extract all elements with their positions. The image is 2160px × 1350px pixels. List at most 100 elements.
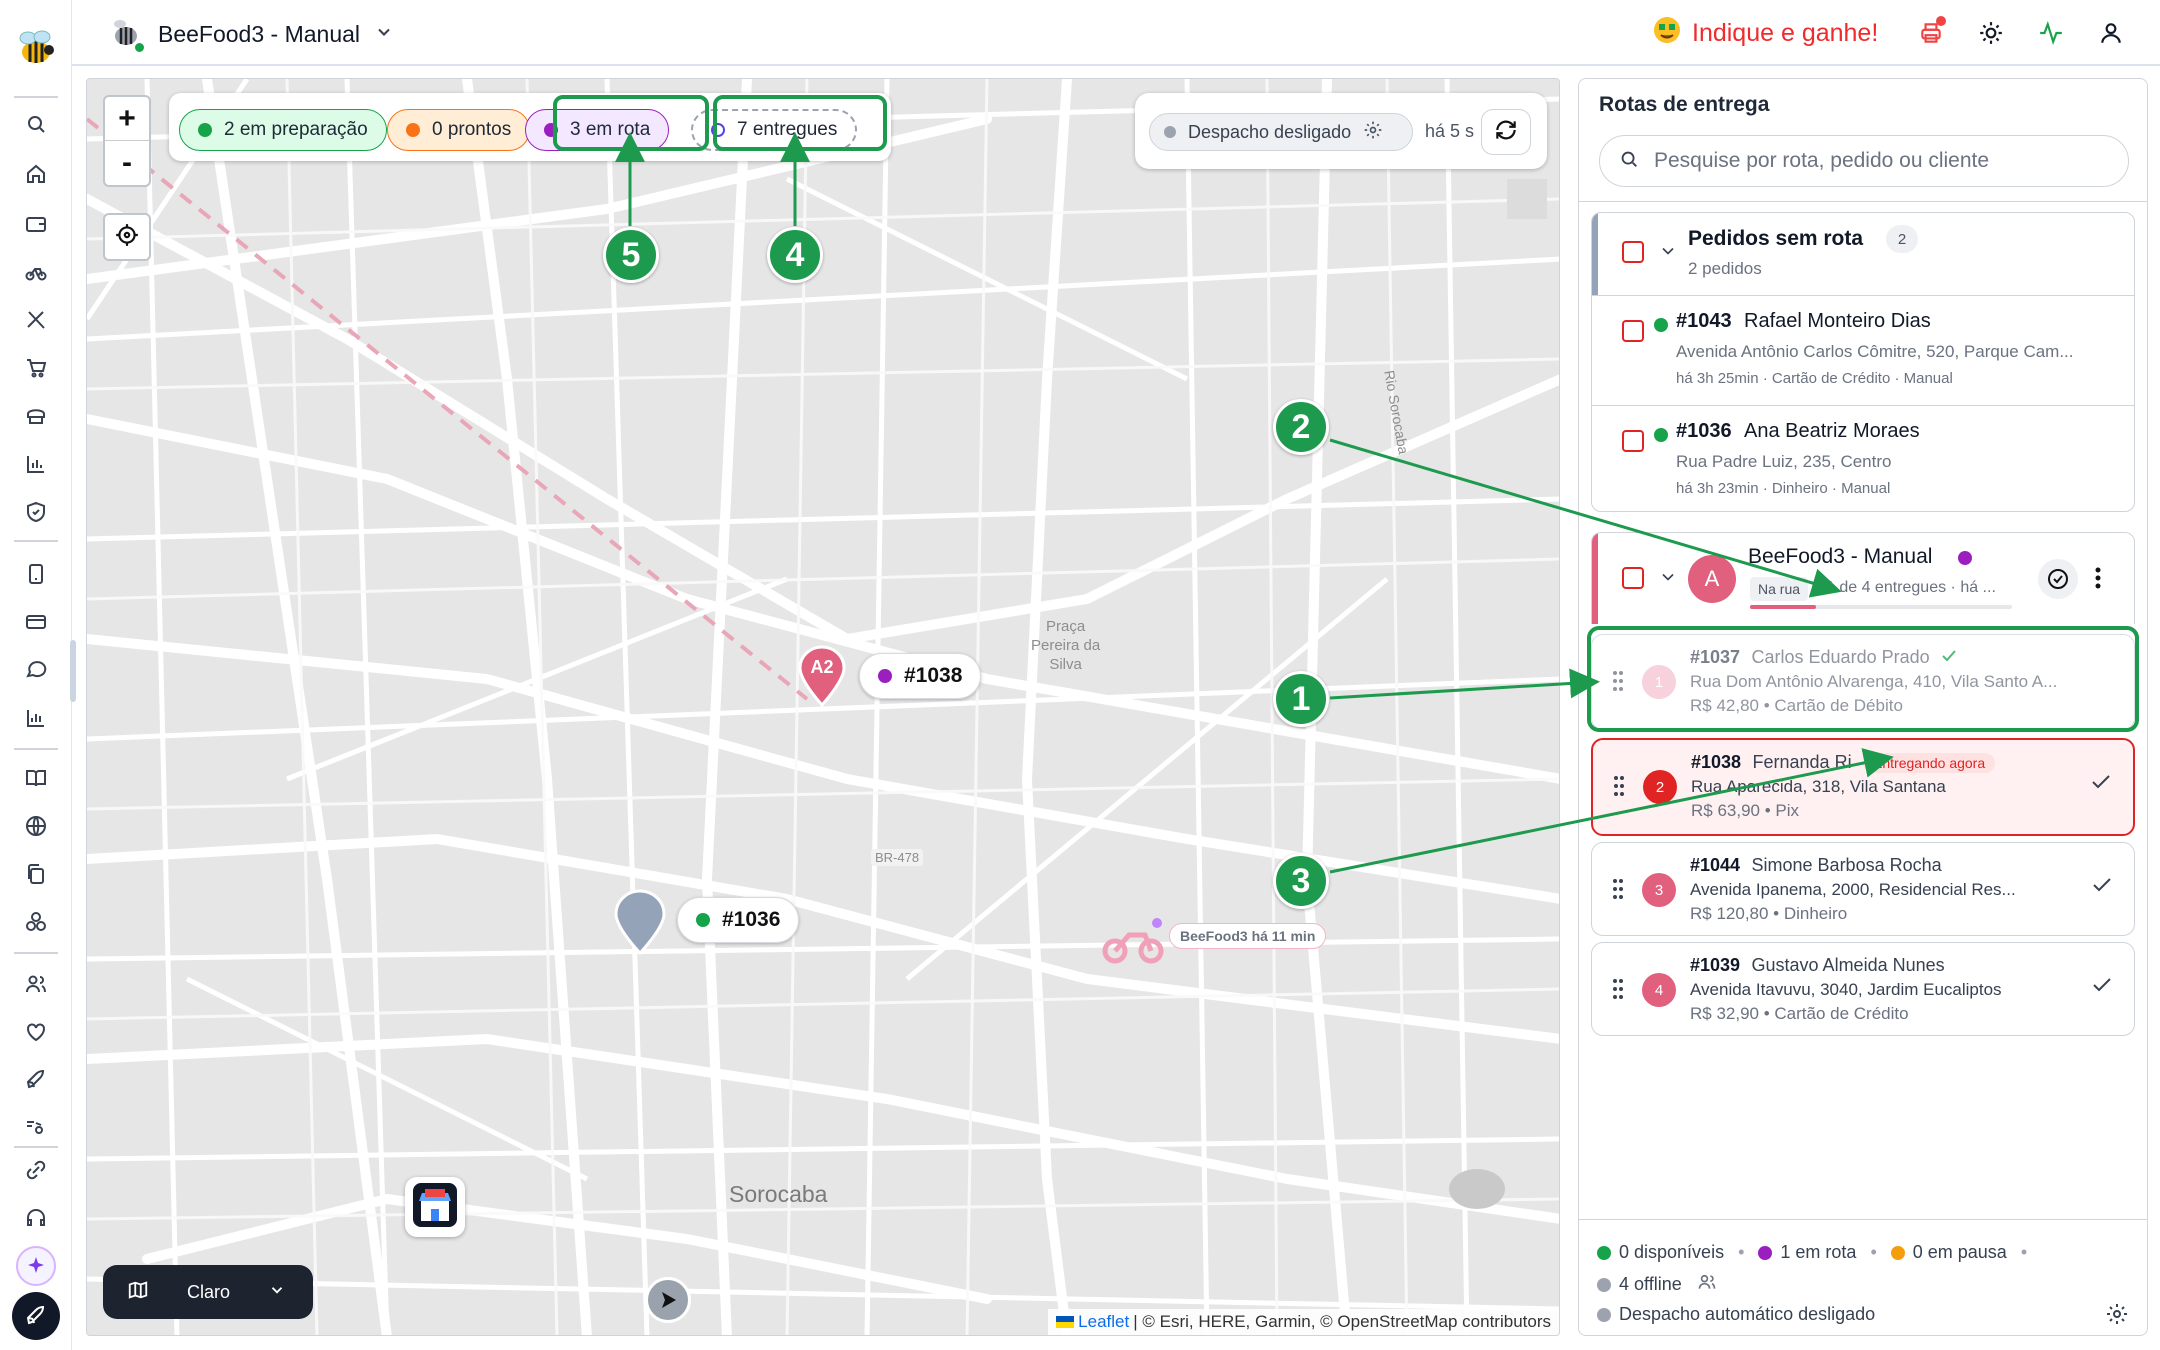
store-marker[interactable] <box>405 1177 465 1237</box>
sidebar-divider <box>14 1146 58 1148</box>
status-dot <box>1597 1307 1611 1322</box>
utensils-icon[interactable] <box>20 304 52 336</box>
cart-icon[interactable] <box>20 352 52 384</box>
route-stop-1038[interactable]: 2 #1038 Fernanda Ri Entregando agora Rua… <box>1591 738 2135 836</box>
stop-number: 4 <box>1642 973 1676 1007</box>
bar-chart-icon[interactable] <box>20 448 52 480</box>
highlight-in-route <box>553 95 709 151</box>
check-circle-icon[interactable] <box>2038 559 2078 599</box>
zoom-in-button[interactable]: + <box>105 97 149 141</box>
status-dot <box>1958 551 1972 565</box>
rocket-icon[interactable] <box>20 1064 52 1096</box>
callout-1: 1 <box>1273 671 1329 727</box>
status-dot <box>198 123 212 137</box>
attribution-text: | © Esri, HERE, Garmin, © OpenStreetMap … <box>1133 1312 1551 1331</box>
user-icon[interactable] <box>2094 16 2128 50</box>
leaflet-link[interactable]: Leaflet <box>1078 1312 1129 1332</box>
rocket-launch-icon[interactable] <box>12 1292 60 1340</box>
users-icon[interactable] <box>1696 1272 1718 1297</box>
map-icon <box>127 1279 149 1306</box>
store-selector[interactable]: BeeFood3 - Manual <box>108 14 394 54</box>
stop-address: Avenida Ipanema, 2000, Residencial Res..… <box>1690 880 2016 899</box>
chevron-down-icon[interactable] <box>1658 567 1678 591</box>
card-icon[interactable] <box>20 606 52 638</box>
bee-logo-icon[interactable] <box>10 24 62 72</box>
zoom-out-button[interactable]: - <box>105 141 149 185</box>
order-checkbox[interactable] <box>1622 320 1644 342</box>
book-icon[interactable] <box>20 762 52 794</box>
sparkles-icon[interactable] <box>16 1246 56 1286</box>
status-dot <box>696 913 710 927</box>
top-header: BeeFood3 - Manual Indique e ganhe! <box>72 0 2160 66</box>
route-pin-a2[interactable]: A2 <box>797 645 847 708</box>
boxes-icon[interactable] <box>20 906 52 938</box>
shield-icon[interactable] <box>20 496 52 528</box>
wallet-icon[interactable] <box>20 208 52 240</box>
dispatch-toggle[interactable]: Despacho desligado <box>1149 113 1413 151</box>
order-pin-1036[interactable] <box>613 889 667 956</box>
search-icon[interactable] <box>20 108 52 140</box>
route-group-header[interactable]: A BeeFood3 - Manual Na rua 1 de 4 entreg… <box>1591 532 2135 624</box>
order-marker-1036[interactable]: #1036 <box>677 897 800 943</box>
chat-icon[interactable] <box>20 654 52 686</box>
unrouted-order-1036[interactable]: #1036 Ana Beatriz Moraes Rua Padre Luiz,… <box>1592 405 2134 511</box>
search-input[interactable] <box>1654 149 2094 173</box>
route-accent <box>1592 533 1598 624</box>
chevron-down-icon[interactable] <box>1658 241 1678 265</box>
drag-handle-icon[interactable] <box>1612 877 1624 901</box>
sidebar-divider <box>14 748 58 750</box>
users-icon[interactable] <box>20 968 52 1000</box>
filter-ready[interactable]: 0 prontos <box>387 109 531 151</box>
order-meta: há 3h 23min · Dinheiro · Manual <box>1676 480 1891 497</box>
locate-button[interactable] <box>103 213 151 261</box>
delivery-map[interactable]: Praça Pereira da Silva Sorocaba BR-478 R… <box>86 78 1560 1336</box>
drag-handle-icon[interactable] <box>1613 774 1625 798</box>
refresh-button[interactable] <box>1481 109 1531 155</box>
route-stop-1039[interactable]: 4 #1039 Gustavo Almeida Nunes Avenida It… <box>1591 942 2135 1036</box>
tablet-icon[interactable] <box>20 558 52 590</box>
sidebar <box>0 0 72 1350</box>
status-dot <box>1597 1277 1611 1292</box>
theme-selector[interactable]: Claro <box>103 1265 313 1319</box>
chef-hat-icon[interactable] <box>20 400 52 432</box>
bike-icon[interactable] <box>20 256 52 288</box>
order-marker-1038[interactable]: #1038 <box>859 653 982 699</box>
home-icon[interactable] <box>20 158 52 190</box>
mark-delivered-icon[interactable] <box>2092 977 2112 997</box>
unrouted-group: Pedidos sem rota 2 2 pedidos #1043 Rafae… <box>1591 212 2135 512</box>
route-checkbox[interactable] <box>1622 567 1644 589</box>
bike-wind-icon[interactable] <box>20 1110 52 1142</box>
driver-bike-icon[interactable] <box>1101 915 1171 965</box>
dispatch-panel: Despacho desligado há 5 s <box>1135 93 1547 169</box>
money-face-icon <box>1652 15 1682 52</box>
unrouted-order-1043[interactable]: #1043 Rafael Monteiro Dias Avenida Antôn… <box>1592 295 2134 405</box>
headset-icon[interactable] <box>20 1202 52 1234</box>
drag-handle-icon[interactable] <box>1612 977 1624 1001</box>
group-checkbox[interactable] <box>1622 241 1644 263</box>
refer-link[interactable]: Indique e ganhe! <box>1652 14 1878 52</box>
group-accent <box>1592 213 1598 295</box>
order-customer: Rafael Monteiro Dias <box>1744 310 1931 332</box>
route-search[interactable] <box>1599 135 2129 187</box>
sidebar-resize-handle[interactable] <box>70 640 76 702</box>
globe-icon[interactable] <box>20 810 52 842</box>
highlight-stop-1 <box>1587 626 2139 732</box>
order-id: #1036 <box>1676 420 1732 442</box>
filter-preparing[interactable]: 2 em preparação <box>179 109 387 151</box>
copy-icon[interactable] <box>20 858 52 890</box>
printer-icon[interactable] <box>1914 16 1948 50</box>
more-vertical-icon[interactable] <box>2092 563 2104 597</box>
dispatch-label: Despacho desligado <box>1188 121 1352 142</box>
sun-icon[interactable] <box>1974 16 2008 50</box>
route-stop-1044[interactable]: 3 #1044 Simone Barbosa Rocha Avenida Ipa… <box>1591 842 2135 936</box>
mark-delivered-icon[interactable] <box>2091 774 2111 794</box>
gear-icon[interactable] <box>2105 1302 2129 1330</box>
mark-delivered-icon[interactable] <box>2092 877 2112 897</box>
navigation-icon[interactable] <box>645 1277 691 1323</box>
activity-icon[interactable] <box>2034 16 2068 50</box>
chart-icon[interactable] <box>20 702 52 734</box>
heart-icon[interactable] <box>20 1016 52 1048</box>
order-checkbox[interactable] <box>1622 430 1644 452</box>
link-icon[interactable] <box>20 1154 52 1186</box>
callout-4: 4 <box>767 227 823 283</box>
